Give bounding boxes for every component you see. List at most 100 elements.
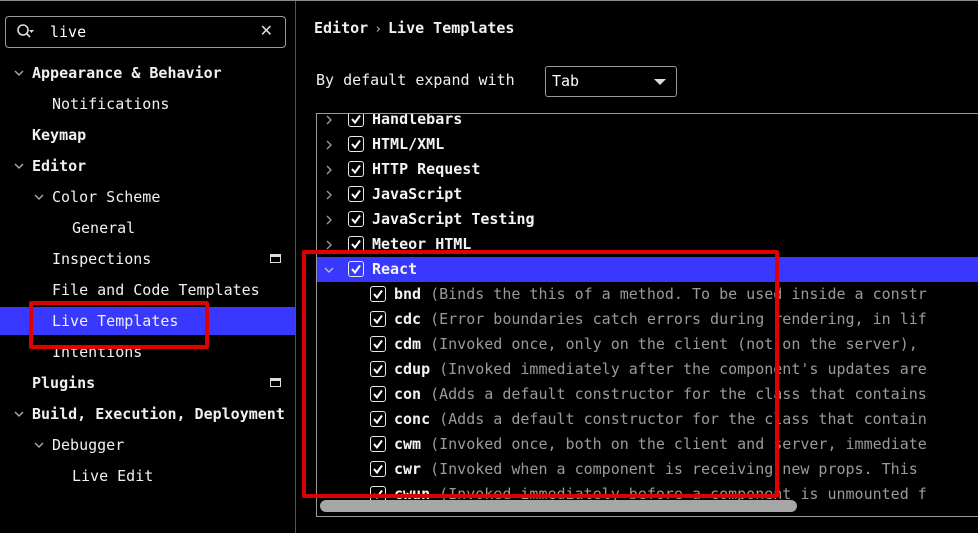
sidebar-item-label: Build, Execution, Deployment	[32, 405, 285, 423]
template-description: (Invoked once, only on the client (not o…	[430, 335, 918, 353]
checkbox[interactable]	[348, 161, 364, 177]
template-group-row[interactable]: JavaScript	[317, 182, 978, 207]
template-group-name: HTML/XML	[372, 135, 445, 153]
chevron-down-icon[interactable]	[322, 263, 336, 277]
checkmark-icon	[351, 114, 361, 125]
search-icon[interactable]	[16, 23, 34, 41]
settings-sidebar: ✕ Appearance & Behavior Notifications Keym…	[0, 1, 295, 533]
sidebar-item[interactable]: Color Scheme	[0, 183, 295, 211]
breadcrumb-current: Live Templates	[388, 19, 515, 37]
template-row[interactable]: cdm (Invoked once, only on the client (no…	[317, 332, 978, 357]
template-group-row[interactable]: Handlebars	[317, 113, 978, 132]
template-group-name: Meteor HTML	[372, 235, 472, 253]
template-description: (Binds the this of a method. To be used …	[430, 285, 927, 303]
template-abbr: cdc	[394, 310, 422, 328]
sidebar-item[interactable]: Appearance & Behavior	[0, 59, 295, 87]
checkbox[interactable]	[370, 411, 386, 427]
template-row[interactable]: bnd (Binds the this of a method. To be us…	[317, 282, 978, 307]
dropdown-arrow-icon	[654, 79, 666, 85]
template-group-row[interactable]: Meteor HTML	[317, 232, 978, 257]
chevron-right-icon[interactable]	[322, 138, 336, 152]
chevron-down-icon[interactable]	[32, 190, 46, 204]
chevron-right-icon[interactable]	[322, 238, 336, 252]
chevron-right-icon[interactable]	[322, 163, 336, 177]
checkbox[interactable]	[370, 336, 386, 352]
chevron-right-icon[interactable]	[322, 213, 336, 227]
sidebar-item[interactable]: Live Edit	[0, 462, 295, 490]
template-description: (Error boundaries catch errors during re…	[430, 310, 927, 328]
sidebar-item[interactable]: Intentions	[0, 338, 295, 366]
checkmark-icon	[373, 414, 383, 425]
breadcrumb-parent[interactable]: Editor	[314, 19, 368, 37]
sidebar-item-label: Color Scheme	[52, 188, 161, 206]
checkmark-icon	[373, 389, 383, 400]
sidebar-item[interactable]: Plugins	[0, 369, 295, 397]
template-abbr: con	[394, 385, 422, 403]
template-group-name: JavaScript	[372, 185, 463, 203]
template-abbreviation: cdm (Invoked once, only on the client (no…	[394, 332, 918, 357]
checkbox[interactable]	[370, 311, 386, 327]
clear-search-icon[interactable]: ✕	[260, 21, 273, 40]
template-row[interactable]: cdup (Invoked immediately after the compo…	[317, 357, 978, 382]
template-abbr: cdup	[394, 360, 431, 378]
template-row[interactable]: cwr (Invoked when a component is receivin…	[317, 457, 978, 482]
project-scope-icon	[270, 254, 281, 263]
template-abbreviation: conc (Adds a default constructor for the …	[394, 407, 927, 432]
sidebar-item-label: Live Edit	[72, 467, 154, 485]
sidebar-item[interactable]: Editor	[0, 152, 295, 180]
chevron-right-icon[interactable]	[322, 113, 336, 127]
expand-with-label: By default expand with	[316, 71, 515, 89]
checkbox[interactable]	[370, 386, 386, 402]
template-row[interactable]: cwm (Invoked once, both on the client and…	[317, 432, 978, 457]
template-row[interactable]: cdc (Error boundaries catch errors during…	[317, 307, 978, 332]
checkbox[interactable]	[370, 461, 386, 477]
sidebar-item[interactable]: Inspections	[0, 245, 295, 273]
expand-with-value: Tab	[552, 72, 580, 90]
template-group-row[interactable]: HTTP Request	[317, 157, 978, 182]
sidebar-item-label: Debugger	[52, 436, 125, 454]
checkmark-icon	[373, 289, 383, 300]
sidebar-item[interactable]: General	[0, 214, 295, 242]
chevron-down-icon[interactable]	[12, 407, 26, 421]
checkbox[interactable]	[348, 114, 364, 127]
checkmark-icon	[373, 364, 383, 375]
template-group-row[interactable]: JavaScript Testing	[317, 207, 978, 232]
template-group-row[interactable]: HTML/XML	[317, 132, 978, 157]
sidebar-item[interactable]: Debugger	[0, 431, 295, 459]
search-input[interactable]	[50, 22, 250, 42]
chevron-down-icon[interactable]	[12, 66, 26, 80]
sidebar-item[interactable]: Keymap	[0, 121, 295, 149]
template-description: (Adds a default constructor for the clas…	[439, 410, 927, 428]
template-description: (Invoked when a component is receiving n…	[430, 460, 918, 478]
checkmark-icon	[351, 139, 361, 150]
checkmark-icon	[373, 464, 383, 475]
sidebar-item[interactable]: Live Templates	[0, 307, 295, 335]
template-description: (Invoked once, both on the client and se…	[430, 435, 927, 453]
checkbox[interactable]	[370, 286, 386, 302]
checkbox[interactable]	[348, 211, 364, 227]
horizontal-scrollbar[interactable]	[320, 500, 797, 512]
sidebar-item[interactable]: Build, Execution, Deployment	[0, 400, 295, 428]
template-row[interactable]: con (Adds a default constructor for the c…	[317, 382, 978, 407]
template-abbreviation: bnd (Binds the this of a method. To be us…	[394, 282, 927, 307]
template-abbreviation: cwm (Invoked once, both on the client and…	[394, 432, 927, 457]
checkbox[interactable]	[348, 136, 364, 152]
checkbox[interactable]	[348, 186, 364, 202]
sidebar-item[interactable]: Notifications	[0, 90, 295, 118]
template-row[interactable]: conc (Adds a default constructor for the …	[317, 407, 978, 432]
chevron-down-icon[interactable]	[32, 438, 46, 452]
sidebar-item-label: Editor	[32, 157, 87, 175]
checkbox[interactable]	[370, 436, 386, 452]
template-group-row[interactable]: React	[317, 257, 978, 282]
checkbox[interactable]	[370, 361, 386, 377]
chevron-down-icon[interactable]	[12, 159, 26, 173]
checkbox[interactable]	[348, 236, 364, 252]
template-group-name: JavaScript Testing	[372, 210, 535, 228]
expand-with-dropdown[interactable]: Tab	[545, 66, 677, 97]
sidebar-item-label: Appearance & Behavior	[32, 64, 222, 82]
sidebar-item-label: Inspections	[52, 250, 152, 268]
checkbox[interactable]	[348, 261, 364, 277]
chevron-right-icon[interactable]	[322, 188, 336, 202]
settings-search[interactable]: ✕	[5, 16, 286, 48]
sidebar-item[interactable]: File and Code Templates	[0, 276, 295, 304]
